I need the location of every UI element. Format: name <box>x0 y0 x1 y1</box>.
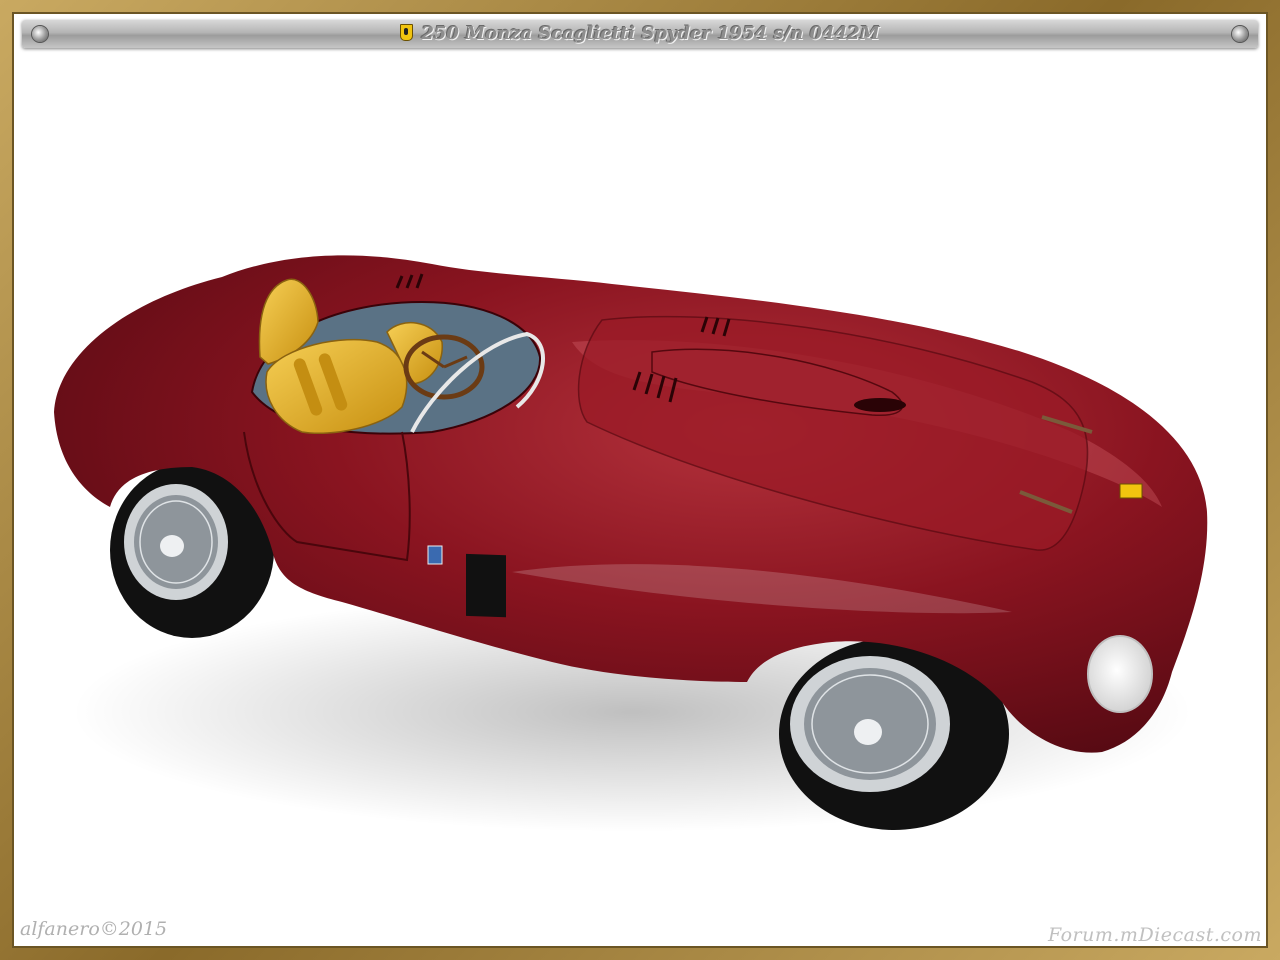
screw-icon <box>1232 26 1248 42</box>
photo-area: 250 Monza Scaglietti Spyder 1954 s/n 044… <box>12 12 1268 948</box>
headlamp <box>1087 635 1153 713</box>
picture-frame: 250 Monza Scaglietti Spyder 1954 s/n 044… <box>0 0 1280 960</box>
photo-title: 250 Monza Scaglietti Spyder 1954 s/n 044… <box>421 23 880 44</box>
ferrari-badge-icon <box>400 24 414 41</box>
photographer-watermark: alfanero©2015 <box>20 918 168 940</box>
title-bar: 250 Monza Scaglietti Spyder 1954 s/n 044… <box>22 20 1258 48</box>
car-photo <box>54 255 1208 832</box>
forum-logo: Forum.mDiecast.com <box>1047 924 1262 946</box>
